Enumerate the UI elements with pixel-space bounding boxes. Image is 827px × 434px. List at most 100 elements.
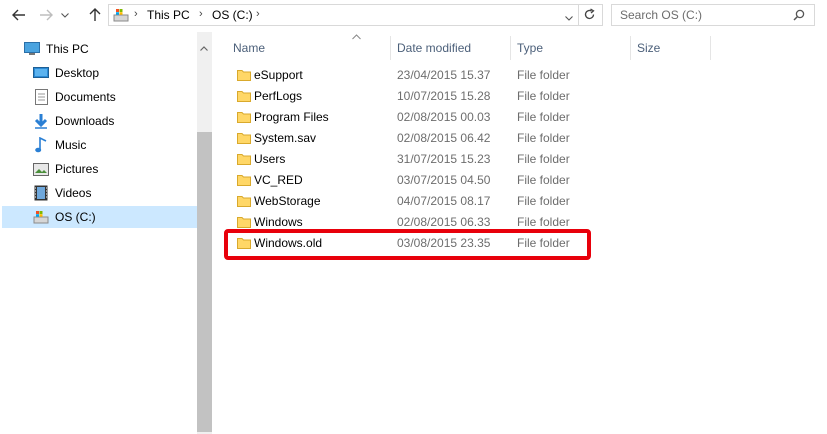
folder-icon <box>237 175 251 186</box>
nav-item-label: Documents <box>55 90 116 104</box>
file-type: File folder <box>517 194 570 208</box>
file-type: File folder <box>517 68 570 82</box>
nav-item-documents[interactable]: Documents <box>33 86 116 108</box>
folder-icon <box>237 91 251 102</box>
column-header-size[interactable]: Size <box>637 36 660 60</box>
breadcrumb-os-drive[interactable]: OS (C:) <box>212 8 253 22</box>
file-name: System.sav <box>254 131 317 145</box>
search-input[interactable]: Search OS (C:) <box>611 4 815 26</box>
file-row[interactable]: eSupport 23/04/2015 15.37 File folder <box>224 65 824 86</box>
file-name: VC_RED <box>254 173 303 187</box>
file-date-modified: 31/07/2015 15.23 <box>397 152 491 166</box>
address-bar-row: › This PC › OS (C:) › Search OS (C:) <box>0 0 827 32</box>
documents-icon <box>33 89 49 105</box>
up-button[interactable] <box>86 6 104 24</box>
column-divider[interactable] <box>630 36 631 60</box>
file-date-modified: 10/07/2015 15.28 <box>397 89 491 103</box>
column-header-type[interactable]: Type <box>517 36 543 60</box>
file-row[interactable]: VC_RED 03/07/2015 04.50 File folder <box>224 170 824 191</box>
arrow-up-icon <box>89 8 101 21</box>
file-name: eSupport <box>254 68 303 82</box>
folder-icon <box>237 70 251 81</box>
nav-scroll-up-button[interactable] <box>200 40 210 51</box>
arrow-right-icon <box>40 9 53 21</box>
divider <box>578 5 579 25</box>
nav-item-desktop[interactable]: Desktop <box>33 62 99 84</box>
nav-item-os-drive[interactable]: OS (C:) <box>2 206 197 228</box>
nav-item-pictures[interactable]: Pictures <box>33 158 98 180</box>
back-button[interactable] <box>10 6 28 24</box>
column-header-name[interactable]: Name <box>233 36 265 60</box>
chevron-down-icon <box>565 16 573 21</box>
pc-icon <box>24 41 40 57</box>
chevron-up-icon <box>200 46 208 51</box>
file-name: Program Files <box>254 110 329 124</box>
file-row[interactable]: System.sav 02/08/2015 06.42 File folder <box>224 128 824 149</box>
videos-icon <box>33 185 49 201</box>
music-icon <box>33 137 49 153</box>
file-name: WebStorage <box>254 194 321 208</box>
nav-item-label: This PC <box>46 42 89 56</box>
nav-scrollbar-thumb[interactable] <box>197 132 212 432</box>
folder-icon <box>237 154 251 165</box>
address-box[interactable]: › This PC › OS (C:) › <box>108 4 603 26</box>
file-type: File folder <box>517 89 570 103</box>
desktop-icon <box>33 65 49 81</box>
refresh-icon <box>584 8 595 20</box>
nav-item-label: Downloads <box>55 114 115 128</box>
highlight-box <box>224 229 591 260</box>
file-date-modified: 02/08/2015 06.33 <box>397 215 491 229</box>
file-row[interactable]: WebStorage 04/07/2015 08.17 File folder <box>224 191 824 212</box>
folder-icon <box>237 133 251 144</box>
column-header-date-modified[interactable]: Date modified <box>397 36 471 60</box>
folder-icon <box>237 112 251 123</box>
arrow-left-icon <box>12 9 25 21</box>
file-type: File folder <box>517 215 570 229</box>
nav-item-videos[interactable]: Videos <box>33 182 91 204</box>
column-divider[interactable] <box>390 36 391 60</box>
column-divider[interactable] <box>510 36 511 60</box>
file-name: Users <box>254 152 286 166</box>
file-row[interactable]: Program Files 02/08/2015 00.03 File folder <box>224 107 824 128</box>
navigation-pane: This PC Desktop Documents Downloads Musi… <box>0 32 212 434</box>
file-date-modified: 04/07/2015 08.17 <box>397 194 491 208</box>
recent-locations-button[interactable] <box>60 6 70 24</box>
file-type: File folder <box>517 152 570 166</box>
nav-item-music[interactable]: Music <box>33 134 86 156</box>
file-row[interactable]: PerfLogs 10/07/2015 15.28 File folder <box>224 86 824 107</box>
folder-icon <box>237 196 251 207</box>
file-date-modified: 03/07/2015 04.50 <box>397 173 491 187</box>
nav-item-label: Desktop <box>55 66 100 80</box>
breadcrumb-this-pc[interactable]: This PC <box>147 8 190 22</box>
nav-item-this-pc[interactable]: This PC <box>24 38 89 60</box>
breadcrumb-separator[interactable]: › <box>134 8 138 20</box>
file-name: Windows <box>254 215 303 229</box>
refresh-button[interactable] <box>583 8 597 22</box>
file-date-modified: 02/08/2015 06.42 <box>397 131 491 145</box>
search-icon <box>793 9 805 21</box>
file-type: File folder <box>517 131 570 145</box>
folder-icon <box>237 217 251 228</box>
file-date-modified: 02/08/2015 00.03 <box>397 110 491 124</box>
sort-ascending-icon <box>352 34 361 40</box>
column-divider[interactable] <box>710 36 711 60</box>
file-type: File folder <box>517 110 570 124</box>
breadcrumb-separator[interactable]: › <box>199 8 203 20</box>
breadcrumb-separator[interactable]: › <box>256 8 260 20</box>
pictures-icon <box>33 161 49 177</box>
address-history-button[interactable] <box>565 10 575 21</box>
drive-icon <box>33 209 49 225</box>
nav-item-label: Videos <box>55 186 92 200</box>
forward-button[interactable] <box>37 6 55 24</box>
downloads-icon <box>33 113 49 129</box>
chevron-down-icon <box>61 12 69 18</box>
file-row[interactable]: Users 31/07/2015 15.23 File folder <box>224 149 824 170</box>
file-date-modified: 23/04/2015 15.37 <box>397 68 491 82</box>
file-type: File folder <box>517 173 570 187</box>
nav-item-label: Pictures <box>55 162 99 176</box>
nav-item-label: Music <box>55 138 87 152</box>
drive-icon <box>113 9 129 22</box>
file-name: PerfLogs <box>254 89 303 103</box>
search-placeholder: Search OS (C:) <box>620 8 703 22</box>
nav-item-downloads[interactable]: Downloads <box>33 110 114 132</box>
